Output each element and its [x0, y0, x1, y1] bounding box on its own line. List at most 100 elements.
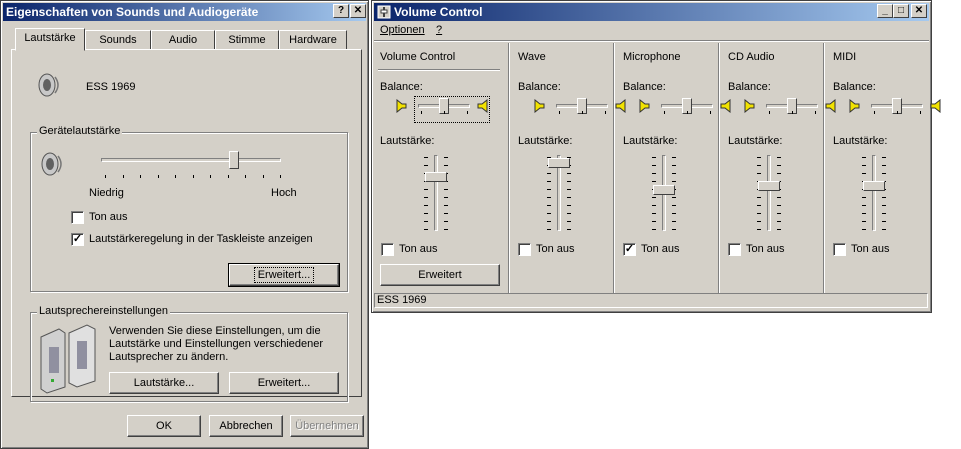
volume-tick [227, 175, 229, 178]
volume-tick [444, 197, 448, 198]
volume-tick [140, 175, 141, 178]
volume-control-window: Volume Control _ □ ✕ Optionen ? Volume C… [371, 0, 941, 313]
tab-audio[interactable]: Audio [151, 30, 215, 50]
tray-checkbox[interactable]: ✓ [71, 233, 84, 246]
volume-tick [652, 165, 656, 166]
volume-tick [567, 173, 571, 174]
volume-tick [157, 175, 159, 178]
balance-tick [710, 111, 711, 114]
volume-tick [862, 165, 866, 166]
tab-hardware[interactable]: Hardware [279, 30, 347, 50]
volume-tick [777, 221, 781, 222]
sounds-title-bar[interactable]: Eigenschaften von Sounds und Audiogeräte [3, 3, 366, 21]
volume-slider[interactable] [758, 181, 780, 192]
mute-checkbox[interactable] [381, 243, 394, 256]
speaker-settings-group: Lautsprechereinstellungen Verwenden Sie … [30, 305, 348, 402]
mute-label[interactable]: Ton aus [746, 243, 785, 255]
minimize-button[interactable]: _ [877, 4, 893, 18]
tray-label[interactable]: Lautstärkeregelung in der Taskleiste anz… [89, 233, 313, 245]
volume-tick [652, 173, 656, 174]
volume-tick [547, 189, 551, 190]
close-window-button[interactable]: ✕ [911, 4, 927, 18]
balance-tick [605, 111, 606, 114]
help-title-button[interactable]: ? [333, 4, 349, 18]
volume-tick [777, 197, 781, 198]
close-title-button[interactable]: ✕ [350, 4, 366, 18]
tab-sounds[interactable]: Sounds [85, 30, 151, 50]
maximize-button[interactable]: □ [893, 4, 909, 18]
volume-tick [424, 205, 428, 206]
volume-tick [862, 173, 866, 174]
balance-focus-rect [414, 96, 490, 123]
balance-tick [769, 111, 770, 114]
channel-wave: Wave Balance: Lautstärke: Ton aus [512, 43, 626, 293]
volume-slider[interactable] [548, 158, 570, 169]
volume-tick [444, 229, 448, 230]
volume-tick [777, 157, 781, 158]
speaker-settings-group-title: Lautsprechereinstellungen [37, 305, 171, 317]
mute-label[interactable]: Ton aus [641, 243, 680, 255]
ok-button[interactable]: OK [127, 415, 201, 437]
volume-tick [757, 221, 761, 222]
menu-help[interactable]: ? [436, 24, 442, 36]
channel-separator [823, 43, 825, 293]
volume-slider[interactable] [425, 171, 447, 182]
balance-label: Balance: [833, 81, 876, 93]
volume-tick [652, 157, 656, 158]
speaker-advanced-button[interactable]: Erweitert... [229, 372, 339, 394]
volume-track [872, 155, 876, 231]
volume-tick [882, 165, 886, 166]
volume-tick [424, 157, 428, 158]
volume-label: Lautstärke: [623, 135, 678, 147]
volume-tick [547, 213, 551, 214]
advanced-button[interactable]: Erweitert... [228, 263, 340, 287]
cancel-button[interactable]: Abbrechen [209, 415, 283, 437]
volume-slider[interactable] [863, 181, 885, 192]
channel-name: Volume Control [380, 51, 456, 63]
sounds-window-title: Eigenschaften von Sounds und Audiogeräte [6, 5, 259, 19]
mute-label[interactable]: Ton aus [399, 243, 438, 255]
mute-checkbox[interactable] [833, 243, 846, 256]
volume-tick [777, 205, 781, 206]
device-volume-slider[interactable] [228, 151, 239, 169]
volume-tick [444, 165, 448, 166]
mute-label[interactable]: Ton aus [536, 243, 575, 255]
volume-tick [444, 205, 448, 206]
device-volume-group: Gerätelautstärke Niedrig Hoch Ton aus ✓ … [30, 125, 348, 292]
volume-tick [757, 173, 761, 174]
volume-tick [652, 197, 656, 198]
volume-tick [757, 229, 761, 230]
left-speaker-icon [534, 99, 545, 113]
tab-stimme[interactable]: Stimme [215, 30, 279, 50]
volume-tick [547, 205, 551, 206]
volume-tick [444, 189, 448, 190]
tab-lautstaerke[interactable]: Lautstärke [15, 28, 85, 51]
balance-tick [467, 111, 468, 114]
volume-slider[interactable] [653, 184, 675, 195]
volume-tick [672, 213, 676, 214]
volume-tick [122, 175, 124, 178]
menu-optionen[interactable]: Optionen [380, 24, 425, 36]
volume-tick [444, 221, 448, 222]
speaker-volume-button[interactable]: Lautstärke... [109, 372, 219, 394]
menu-divider [374, 40, 929, 42]
volume-tick [672, 157, 676, 158]
volume-tick [652, 213, 656, 214]
channel-cd-audio: CD Audio Balance: Lautstärke: Ton aus [722, 43, 836, 293]
balance-label: Balance: [518, 81, 561, 93]
mute-checkbox[interactable] [728, 243, 741, 256]
volume-advanced-button[interactable]: Erweitert [380, 264, 500, 286]
volume-tick [262, 175, 264, 178]
mute-label[interactable]: Ton aus [851, 243, 890, 255]
mute-label[interactable]: Ton aus [89, 211, 128, 223]
volume-control-app-icon [377, 5, 391, 19]
high-label: Hoch [271, 187, 297, 199]
volume-label: Lautstärke: [380, 135, 435, 147]
volume-control-title-bar[interactable]: Volume Control [374, 3, 929, 21]
mute-checkbox[interactable]: ✓ [623, 243, 636, 256]
mute-checkbox[interactable] [71, 211, 84, 224]
channel-name: Wave [518, 51, 546, 63]
volume-tick [672, 221, 676, 222]
volume-tick [567, 229, 571, 230]
mute-checkbox[interactable] [518, 243, 531, 256]
